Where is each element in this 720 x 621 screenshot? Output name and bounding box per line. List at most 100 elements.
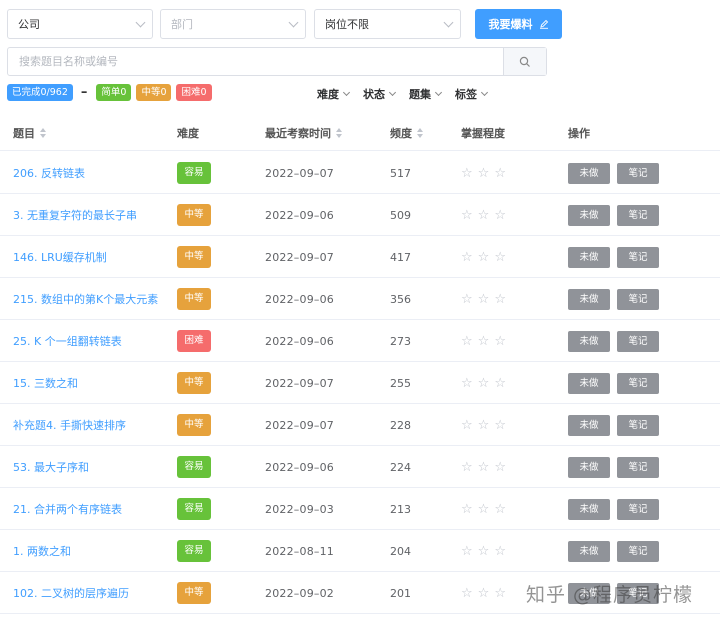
search-bar xyxy=(7,47,547,76)
problem-title-link[interactable]: 102. 二叉树的层序遍历 xyxy=(13,572,129,614)
hard-count-badge[interactable]: 困难0 xyxy=(176,84,212,101)
difficulty-cell: 中等 xyxy=(177,362,211,404)
last-time-cell: 2022–09–06 xyxy=(265,292,334,306)
star-icon[interactable]: ☆ xyxy=(461,544,473,559)
tag-dropdown[interactable]: 标签 xyxy=(455,86,489,102)
todo-button[interactable]: 未做 xyxy=(568,540,610,562)
note-button[interactable]: 笔记 xyxy=(617,372,659,394)
star-icon[interactable]: ☆ xyxy=(478,250,490,265)
mastery-stars: ☆ ☆ ☆ xyxy=(461,530,506,572)
problem-title-link[interactable]: 补充题4. 手撕快速排序 xyxy=(13,404,126,446)
star-icon[interactable]: ☆ xyxy=(494,544,506,559)
star-icon[interactable]: ☆ xyxy=(461,292,473,307)
star-icon[interactable]: ☆ xyxy=(478,502,490,517)
star-icon[interactable]: ☆ xyxy=(478,586,490,601)
star-icon[interactable]: ☆ xyxy=(494,208,506,223)
mastery-stars: ☆ ☆ ☆ xyxy=(461,488,506,530)
star-icon[interactable]: ☆ xyxy=(478,376,490,391)
todo-button[interactable]: 未做 xyxy=(568,162,610,184)
star-icon[interactable]: ☆ xyxy=(494,166,506,181)
problem-title-link[interactable]: 15. 三数之和 xyxy=(13,362,78,404)
note-button[interactable]: 笔记 xyxy=(617,540,659,562)
note-button[interactable]: 笔记 xyxy=(617,414,659,436)
star-icon[interactable]: ☆ xyxy=(478,544,490,559)
problem-title-link[interactable]: 21. 合并两个有序链表 xyxy=(13,488,122,530)
todo-button[interactable]: 未做 xyxy=(568,372,610,394)
problem-title-link[interactable]: 53. 最大子序和 xyxy=(13,446,89,488)
star-icon[interactable]: ☆ xyxy=(494,334,506,349)
problem-title-link[interactable]: 146. LRU缓存机制 xyxy=(13,236,107,278)
difficulty-dropdown[interactable]: 难度 xyxy=(317,86,351,102)
todo-button[interactable]: 未做 xyxy=(568,414,610,436)
problem-title-link[interactable]: 1. 两数之和 xyxy=(13,530,71,572)
todo-button[interactable]: 未做 xyxy=(568,498,610,520)
column-actions: 操作 xyxy=(568,125,590,141)
department-select[interactable]: 部门 xyxy=(160,9,306,39)
last-time-cell: 2022–09–03 xyxy=(265,502,334,516)
note-button[interactable]: 笔记 xyxy=(617,498,659,520)
last-time-cell: 2022–09–06 xyxy=(265,460,334,474)
problem-title-link[interactable]: 206. 反转链表 xyxy=(13,152,85,194)
note-button[interactable]: 笔记 xyxy=(617,162,659,184)
difficulty-badge: 中等 xyxy=(177,372,211,394)
chevron-down-icon xyxy=(388,88,397,96)
star-icon[interactable]: ☆ xyxy=(478,166,490,181)
problem-set-dropdown[interactable]: 题集 xyxy=(409,86,443,102)
status-dropdown[interactable]: 状态 xyxy=(363,86,397,102)
column-frequency[interactable]: 频度 xyxy=(390,125,423,141)
dropdown-label: 题集 xyxy=(409,88,431,101)
note-button[interactable]: 笔记 xyxy=(617,456,659,478)
column-last-time[interactable]: 最近考察时间 xyxy=(265,125,342,141)
submit-tip-button[interactable]: 我要爆料 xyxy=(475,9,562,39)
star-icon[interactable]: ☆ xyxy=(461,376,473,391)
star-icon[interactable]: ☆ xyxy=(478,208,490,223)
star-icon[interactable]: ☆ xyxy=(494,502,506,517)
problem-title-link[interactable]: 3. 无重复字符的最长子串 xyxy=(13,194,137,236)
note-button[interactable]: 笔记 xyxy=(617,204,659,226)
note-button[interactable]: 笔记 xyxy=(617,330,659,352)
search-button[interactable] xyxy=(503,48,546,75)
chevron-down-icon xyxy=(434,88,443,96)
table-row: 206. 反转链表 容易 2022–09–07 517 ☆ ☆ ☆ 未做 笔记 xyxy=(0,152,720,194)
position-select[interactable]: 岗位不限 xyxy=(314,9,461,39)
problem-title-link[interactable]: 25. K 个一组翻转链表 xyxy=(13,320,122,362)
medium-count-badge[interactable]: 中等0 xyxy=(136,84,172,101)
star-icon[interactable]: ☆ xyxy=(494,250,506,265)
star-icon[interactable]: ☆ xyxy=(461,586,473,601)
star-icon[interactable]: ☆ xyxy=(478,460,490,475)
star-icon[interactable]: ☆ xyxy=(494,292,506,307)
star-icon[interactable]: ☆ xyxy=(461,460,473,475)
todo-button[interactable]: 未做 xyxy=(568,204,610,226)
difficulty-badge: 容易 xyxy=(177,540,211,562)
easy-count-badge[interactable]: 简单0 xyxy=(96,84,132,101)
star-icon[interactable]: ☆ xyxy=(461,418,473,433)
note-button[interactable]: 笔记 xyxy=(617,288,659,310)
column-mastery-label: 掌握程度 xyxy=(461,127,505,140)
filter-dropdowns: 难度 状态 题集 标签 xyxy=(317,86,489,102)
star-icon[interactable]: ☆ xyxy=(461,334,473,349)
completed-badge[interactable]: 已完成0/962 xyxy=(7,84,73,101)
note-button[interactable]: 笔记 xyxy=(617,246,659,268)
todo-button[interactable]: 未做 xyxy=(568,288,610,310)
todo-button[interactable]: 未做 xyxy=(568,330,610,352)
column-title[interactable]: 题目 xyxy=(13,125,46,141)
star-icon[interactable]: ☆ xyxy=(494,586,506,601)
star-icon[interactable]: ☆ xyxy=(461,250,473,265)
star-icon[interactable]: ☆ xyxy=(494,418,506,433)
star-icon[interactable]: ☆ xyxy=(494,376,506,391)
star-icon[interactable]: ☆ xyxy=(478,334,490,349)
star-icon[interactable]: ☆ xyxy=(478,418,490,433)
search-input[interactable] xyxy=(8,48,503,75)
department-select-placeholder: 部门 xyxy=(171,18,193,31)
star-icon[interactable]: ☆ xyxy=(494,460,506,475)
column-actions-label: 操作 xyxy=(568,127,590,140)
star-icon[interactable]: ☆ xyxy=(461,208,473,223)
company-select[interactable]: 公司 xyxy=(7,9,153,39)
todo-button[interactable]: 未做 xyxy=(568,456,610,478)
star-icon[interactable]: ☆ xyxy=(461,502,473,517)
problem-title-link[interactable]: 215. 数组中的第K个最大元素 xyxy=(13,278,158,320)
todo-button[interactable]: 未做 xyxy=(568,246,610,268)
star-icon[interactable]: ☆ xyxy=(478,292,490,307)
actions-cell: 未做 笔记 xyxy=(568,278,659,320)
star-icon[interactable]: ☆ xyxy=(461,166,473,181)
